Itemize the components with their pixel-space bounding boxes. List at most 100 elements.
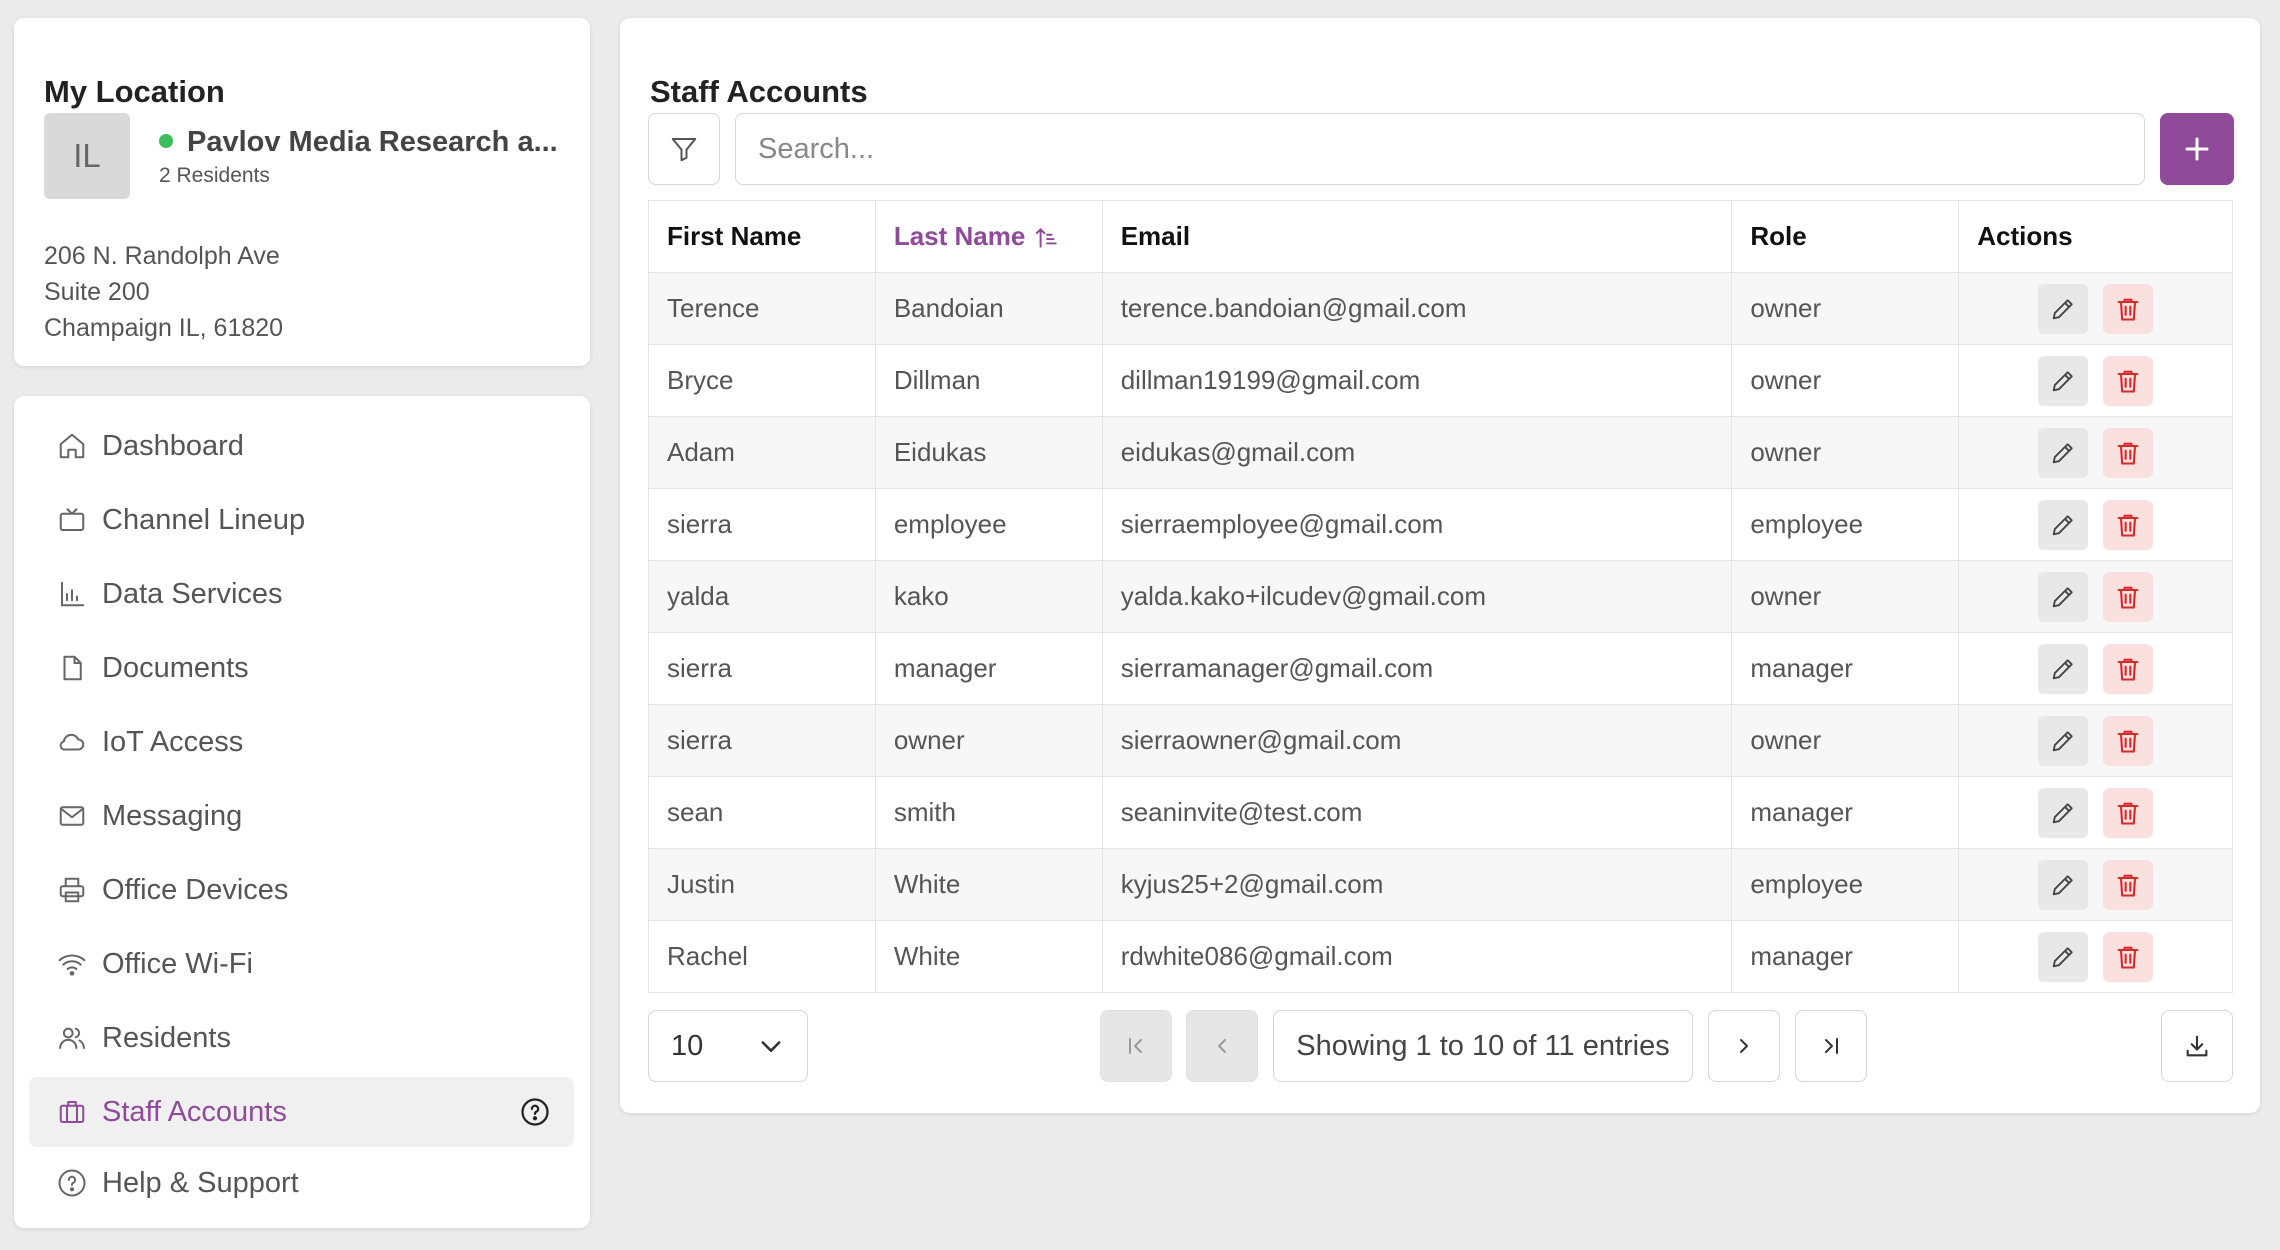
cell-first-name: Bryce bbox=[648, 344, 876, 417]
cell-email: sierraemployee@gmail.com bbox=[1101, 488, 1733, 561]
edit-button[interactable] bbox=[2038, 931, 2089, 982]
delete-button[interactable] bbox=[2103, 859, 2154, 910]
sort-ascending-icon bbox=[1035, 228, 1057, 248]
page-title: Staff Accounts bbox=[650, 74, 868, 109]
users-icon bbox=[59, 1027, 85, 1049]
delete-button[interactable] bbox=[2103, 643, 2154, 694]
sidebar-item-staff-accounts[interactable]: Staff Accounts bbox=[29, 1077, 574, 1147]
cell-first-name: Adam bbox=[648, 416, 876, 489]
sidebar-item-label: Residents bbox=[102, 1021, 231, 1054]
address-line-1: 206 N. Randolph Ave bbox=[44, 242, 280, 270]
delete-button[interactable] bbox=[2103, 283, 2154, 334]
delete-button[interactable] bbox=[2103, 931, 2154, 982]
column-header-first-name[interactable]: First Name bbox=[648, 200, 876, 273]
location-avatar: IL bbox=[44, 113, 130, 199]
column-header-email[interactable]: Email bbox=[1101, 200, 1733, 273]
edit-button[interactable] bbox=[2038, 643, 2089, 694]
tv-icon bbox=[59, 508, 85, 531]
edit-button[interactable] bbox=[2038, 355, 2089, 406]
edit-button[interactable] bbox=[2038, 571, 2089, 622]
pencil-icon bbox=[2052, 298, 2073, 319]
sidebar-item-messaging[interactable]: Messaging bbox=[29, 781, 574, 851]
table-body: Terence Bandoian terence.bandoian@gmail.co… bbox=[648, 272, 2233, 993]
column-header-role[interactable]: Role bbox=[1731, 200, 1960, 273]
cell-role: owner bbox=[1731, 272, 1960, 345]
cell-email: sierraowner@gmail.com bbox=[1101, 704, 1733, 777]
sidebar-item-dashboard[interactable]: Dashboard bbox=[29, 411, 574, 481]
column-header-label: First Name bbox=[667, 221, 802, 251]
edit-button[interactable] bbox=[2038, 499, 2089, 550]
sidebar-item-help-support[interactable]: Help & Support bbox=[29, 1148, 574, 1218]
sidebar-item-office-wifi[interactable]: Office Wi-Fi bbox=[29, 929, 574, 999]
cell-first-name: Rachel bbox=[648, 920, 876, 993]
next-page-button[interactable] bbox=[1708, 1010, 1780, 1082]
pencil-icon bbox=[2052, 370, 2073, 391]
delete-button[interactable] bbox=[2103, 427, 2154, 478]
sidebar-item-residents[interactable]: Residents bbox=[29, 1003, 574, 1073]
trash-icon bbox=[2117, 946, 2139, 969]
delete-button[interactable] bbox=[2103, 571, 2154, 622]
cell-role: manager bbox=[1731, 776, 1960, 849]
cell-role: manager bbox=[1731, 632, 1960, 705]
cell-email: sierramanager@gmail.com bbox=[1101, 632, 1733, 705]
sidebar-item-label: Office Devices bbox=[102, 873, 289, 906]
first-page-button[interactable] bbox=[1100, 1010, 1172, 1082]
cell-first-name: Terence bbox=[648, 272, 876, 345]
table-row: sierra employee sierraemployee@gmail.com em… bbox=[648, 488, 2233, 561]
cell-email: yalda.kako+ilcudev@gmail.com bbox=[1101, 560, 1733, 633]
cell-last-name: employee bbox=[874, 488, 1103, 561]
delete-button[interactable] bbox=[2103, 499, 2154, 550]
edit-button[interactable] bbox=[2038, 715, 2089, 766]
edit-button[interactable] bbox=[2038, 787, 2089, 838]
cell-actions bbox=[1958, 704, 2233, 777]
cell-actions bbox=[1958, 920, 2233, 993]
location-name[interactable]: Pavlov Media Research a... bbox=[187, 126, 577, 159]
help-circle-icon[interactable] bbox=[520, 1097, 550, 1127]
pencil-icon bbox=[2052, 802, 2073, 823]
edit-button[interactable] bbox=[2038, 427, 2089, 478]
cell-actions bbox=[1958, 848, 2233, 921]
location-residents: 2 Residents bbox=[159, 164, 270, 187]
sidebar-item-label: Staff Accounts bbox=[102, 1095, 287, 1128]
chevron-right-icon bbox=[1740, 1039, 1748, 1053]
sidebar-item-data-services[interactable]: Data Services bbox=[29, 559, 574, 629]
sidebar-item-office-devices[interactable]: Office Devices bbox=[29, 855, 574, 925]
cell-role: owner bbox=[1731, 704, 1960, 777]
previous-page-button[interactable] bbox=[1186, 1010, 1258, 1082]
sidebar-nav: Dashboard Channel Lineup Data Services D… bbox=[14, 396, 590, 1228]
page-size-select[interactable]: 10 bbox=[648, 1010, 808, 1082]
cell-last-name: kako bbox=[874, 560, 1103, 633]
edit-button[interactable] bbox=[2038, 283, 2089, 334]
cell-last-name: Eidukas bbox=[874, 416, 1103, 489]
edit-button[interactable] bbox=[2038, 859, 2089, 910]
sidebar-item-channel-lineup[interactable]: Channel Lineup bbox=[29, 485, 574, 555]
last-page-button[interactable] bbox=[1795, 1010, 1867, 1082]
download-button[interactable] bbox=[2161, 1010, 2233, 1082]
filter-button[interactable] bbox=[648, 113, 720, 185]
cell-last-name: Bandoian bbox=[874, 272, 1103, 345]
sidebar-item-documents[interactable]: Documents bbox=[29, 633, 574, 703]
table-row: Terence Bandoian terence.bandoian@gmail.co… bbox=[648, 272, 2233, 345]
sidebar-item-label: Documents bbox=[102, 651, 249, 684]
sidebar-item-iot-access[interactable]: IoT Access bbox=[29, 707, 574, 777]
chart-icon bbox=[61, 581, 85, 607]
column-header-last-name[interactable]: Last Name bbox=[874, 200, 1103, 273]
table-row: Adam Eidukas eidukas@gmail.com owner bbox=[648, 416, 2233, 489]
search-input[interactable] bbox=[735, 113, 2145, 185]
cell-last-name: owner bbox=[874, 704, 1103, 777]
delete-button[interactable] bbox=[2103, 787, 2154, 838]
pencil-icon bbox=[2052, 586, 2073, 607]
sidebar-item-label: Help & Support bbox=[102, 1166, 299, 1199]
delete-button[interactable] bbox=[2103, 715, 2154, 766]
trash-icon bbox=[2117, 874, 2139, 897]
wifi-icon bbox=[58, 954, 86, 976]
table-row: Rachel White rdwhite086@gmail.com manager bbox=[648, 920, 2233, 993]
delete-button[interactable] bbox=[2103, 355, 2154, 406]
address-line-2: Suite 200 bbox=[44, 278, 150, 306]
add-staff-button[interactable] bbox=[2160, 113, 2234, 185]
cell-last-name: White bbox=[874, 848, 1103, 921]
help-circle-icon bbox=[58, 1169, 86, 1197]
pencil-icon bbox=[2052, 514, 2073, 535]
cell-role: manager bbox=[1731, 920, 1960, 993]
trash-icon bbox=[2117, 514, 2139, 537]
